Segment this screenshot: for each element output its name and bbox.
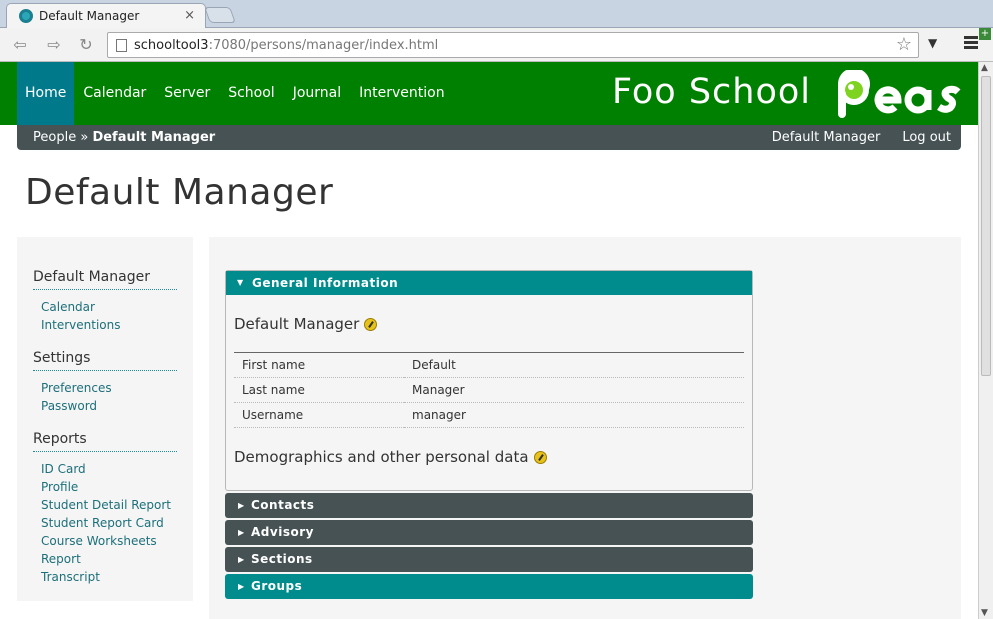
triangle-right-icon: ▶ <box>238 528 245 537</box>
tab-close-icon[interactable]: × <box>184 8 195 23</box>
table-row: Last name Manager <box>234 377 744 403</box>
triangle-down-icon: ▼ <box>237 278 244 287</box>
forward-icon[interactable]: ⇨ <box>42 34 66 56</box>
info-table: First name Default Last name Manager Use… <box>234 352 744 428</box>
user-link[interactable]: Default Manager <box>772 130 881 145</box>
favicon-icon <box>19 9 33 23</box>
scroll-down-icon[interactable]: ▼ <box>981 608 988 618</box>
peas-logo <box>838 70 961 118</box>
edit-icon[interactable] <box>364 317 378 331</box>
advisory-panel-header[interactable]: ▶ Advisory <box>225 520 753 545</box>
sidebar-link-profile[interactable]: Profile <box>41 478 177 496</box>
site-header: Home Calendar Server School Journal Inte… <box>0 62 978 125</box>
sections-panel-header[interactable]: ▶ Sections <box>225 547 753 572</box>
breadcrumb: People » Default Manager Default Manager… <box>17 125 961 150</box>
page-title: Default Manager <box>25 172 334 213</box>
sidebar-section-settings: Settings Preferences Password <box>33 350 177 415</box>
new-tab-button[interactable] <box>204 7 236 23</box>
row-value: manager <box>404 402 744 428</box>
sidebar-heading: Reports <box>33 431 177 452</box>
tab-title: Default Manager <box>39 9 140 23</box>
general-information-header[interactable]: ▼ General Information <box>226 271 752 295</box>
contacts-panel-header[interactable]: ▶ Contacts <box>225 493 753 518</box>
breadcrumb-current: Default Manager <box>92 130 216 145</box>
reload-icon[interactable]: ↻ <box>74 34 98 56</box>
browser-tabbar: Default Manager × <box>0 0 993 28</box>
general-information-panel: ▼ General Information Default Manager Fi… <box>225 270 753 491</box>
edit-icon[interactable] <box>533 450 547 464</box>
back-icon[interactable]: ⇦ <box>8 34 32 56</box>
sidebar-heading: Settings <box>33 350 177 371</box>
menu-icon[interactable] <box>964 36 978 50</box>
vertical-scrollbar[interactable]: ▲ ▼ <box>978 62 993 619</box>
triangle-right-icon: ▶ <box>238 501 245 510</box>
main-nav: Home Calendar Server School Journal Inte… <box>17 62 454 125</box>
sidebar-link-preferences[interactable]: Preferences <box>41 379 177 397</box>
sidebar-heading: Default Manager <box>33 269 177 290</box>
school-name: Foo School <box>612 72 812 112</box>
nav-intervention[interactable]: Intervention <box>350 62 453 125</box>
page-icon <box>116 39 127 52</box>
person-name-heading: Default Manager <box>234 315 744 333</box>
extension-icon[interactable]: + <box>979 28 991 40</box>
sidebar-link-course-worksheets-report[interactable]: Course Worksheets Report <box>41 532 177 568</box>
sidebar-link-calendar[interactable]: Calendar <box>41 298 177 316</box>
logout-link[interactable]: Log out <box>902 130 951 145</box>
sidebar-link-id-card[interactable]: ID Card <box>41 460 177 478</box>
sidebar-link-student-detail-report[interactable]: Student Detail Report <box>41 496 177 514</box>
nav-journal[interactable]: Journal <box>284 62 350 125</box>
scroll-thumb[interactable] <box>981 76 991 376</box>
chevron-down-icon[interactable]: ▼ <box>928 36 937 50</box>
breadcrumb-people[interactable]: People <box>33 130 76 145</box>
sidebar: Default Manager Calendar Interventions S… <box>17 237 193 601</box>
page-viewport: Home Calendar Server School Journal Inte… <box>0 62 978 619</box>
triangle-right-icon: ▶ <box>238 582 245 591</box>
table-row: First name Default <box>234 352 744 378</box>
browser-tab[interactable]: Default Manager × <box>6 3 206 28</box>
table-row: Username manager <box>234 402 744 428</box>
browser-toolbar: ⇦ ⇨ ↻ schooltool3:7080/persons/manager/i… <box>0 28 993 62</box>
nav-calendar[interactable]: Calendar <box>74 62 155 125</box>
bookmark-star-icon[interactable]: ☆ <box>896 34 912 55</box>
row-label: First name <box>234 352 404 378</box>
address-bar[interactable]: schooltool3:7080/persons/manager/index.h… <box>107 32 919 58</box>
sidebar-link-transcript[interactable]: Transcript <box>41 568 177 586</box>
breadcrumb-separator: » <box>80 130 89 145</box>
row-value: Default <box>404 352 744 378</box>
demographics-heading: Demographics and other personal data <box>234 448 744 466</box>
sidebar-section-reports: Reports ID Card Profile Student Detail R… <box>33 431 177 586</box>
sidebar-link-password[interactable]: Password <box>41 397 177 415</box>
url-text[interactable]: schooltool3:7080/persons/manager/index.h… <box>134 38 438 53</box>
scroll-up-icon[interactable]: ▲ <box>981 63 988 73</box>
sidebar-section-person: Default Manager Calendar Interventions <box>33 269 177 334</box>
triangle-right-icon: ▶ <box>238 555 245 564</box>
row-label: Username <box>234 402 404 428</box>
nav-server[interactable]: Server <box>155 62 219 125</box>
row-value: Manager <box>404 377 744 403</box>
nav-home[interactable]: Home <box>17 62 75 125</box>
sidebar-link-student-report-card[interactable]: Student Report Card <box>41 514 177 532</box>
nav-school[interactable]: School <box>219 62 283 125</box>
row-label: Last name <box>234 377 404 403</box>
sidebar-link-interventions[interactable]: Interventions <box>41 316 177 334</box>
groups-panel-header[interactable]: ▶ Groups <box>225 574 753 599</box>
